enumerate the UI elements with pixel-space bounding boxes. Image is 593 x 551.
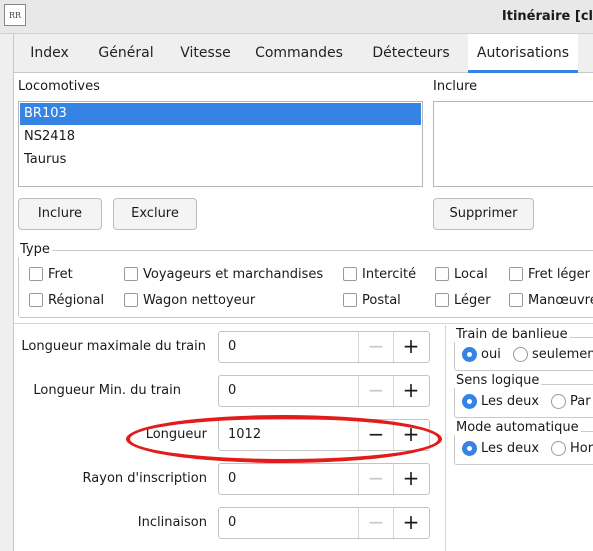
checkbox-label: Postal [362,293,401,308]
minus-button[interactable]: − [358,508,393,538]
delete-button[interactable]: Supprimer [433,198,534,230]
include-list-label: Inclure [433,79,478,94]
divider [445,325,446,551]
checkbox-intercite[interactable] [343,267,357,281]
spin-value: 0 [228,515,237,530]
list-item[interactable]: BR103 [20,103,421,125]
spin-value: 0 [228,471,237,486]
plus-button[interactable]: + [393,332,428,362]
spin-value: 0 [228,383,237,398]
locomotives-label: Locomotives [18,79,100,94]
field-label: Rayon d'inscription [82,471,207,486]
checkbox-manoeuvre[interactable] [509,293,523,307]
radius-spinbox[interactable]: 0 − + [218,463,430,495]
radio-par[interactable] [551,394,566,409]
radio-les-deux[interactable] [462,394,477,409]
checkbox-label: Wagon nettoyeur [143,293,256,308]
checkbox-fret-leger[interactable] [509,267,523,281]
radio-les-deux-auto[interactable] [462,441,477,456]
tab-bar: Index Général Vitesse Commandes Détecteu… [13,34,593,73]
tab-commandes[interactable]: Commandes [244,34,354,72]
field-label: Longueur Min. du train [33,383,181,398]
group-title: Train de banlieue [454,327,570,342]
min-length-spinbox[interactable]: 0 − + [218,375,430,407]
minus-button[interactable]: − [358,332,393,362]
radio-oui[interactable] [462,347,477,362]
radio-label: Les deux [481,441,540,456]
include-button[interactable]: Inclure [18,198,102,230]
checkbox-label: Intercité [362,267,417,282]
checkbox-wagon-nettoyeur[interactable] [124,293,138,307]
divider [14,323,593,324]
radio-seulement[interactable] [513,347,528,362]
plus-button[interactable]: + [393,508,428,538]
exclude-button[interactable]: Exclure [113,198,197,230]
checkbox-label: Fret léger [528,267,591,282]
type-group-title: Type [18,242,52,257]
radio-label: oui [481,347,501,362]
checkbox-fret[interactable] [29,267,43,281]
checkbox-regional[interactable] [29,293,43,307]
minus-button[interactable]: − [358,376,393,406]
checkbox-voyageurs[interactable] [124,267,138,281]
radio-label: Les deux [481,394,540,409]
checkbox-label: Voyageurs et marchandises [143,267,324,282]
autorisations-panel: Locomotives BR103 NS2418 Taurus Inclure … [13,73,593,551]
tab-vitesse[interactable]: Vitesse [167,34,244,72]
max-length-spinbox[interactable]: 0 − + [218,331,430,363]
app-icon: RR [4,4,26,26]
checkbox-postal[interactable] [343,293,357,307]
plus-button[interactable]: + [393,376,428,406]
radio-hor[interactable] [551,441,566,456]
checkbox-label: Local [454,267,488,282]
radio-label: seulemen [532,347,593,362]
minus-button[interactable]: − [358,464,393,494]
checkbox-label: Régional [48,293,105,308]
checkbox-label: Fret [48,267,73,282]
spin-value: 0 [228,339,237,354]
checkbox-label: Manœuvre [528,293,593,308]
tab-index[interactable]: Index [14,34,85,72]
type-group [18,250,593,318]
radio-label: Par [570,394,591,409]
include-list[interactable] [433,101,593,187]
tab-detecteurs[interactable]: Détecteurs [354,34,468,72]
checkbox-leger[interactable] [435,293,449,307]
list-item[interactable]: Taurus [20,149,421,171]
incline-spinbox[interactable]: 0 − + [218,507,430,539]
tab-autorisations[interactable]: Autorisations [468,34,578,73]
field-label: Longueur maximale du train [21,339,206,354]
tab-general[interactable]: Général [85,34,167,72]
plus-button[interactable]: + [393,464,428,494]
checkbox-label: Léger [454,293,491,308]
radio-label: Hor [570,441,593,456]
group-title: Mode automatique [454,420,581,435]
group-title: Sens logique [454,373,542,388]
field-label: Inclinaison [137,515,207,530]
title-bar: RR Itinéraire [cl [0,0,593,34]
checkbox-local[interactable] [435,267,449,281]
list-item[interactable]: NS2418 [20,126,421,148]
annotation-ellipse [126,415,442,463]
locomotives-list[interactable]: BR103 NS2418 Taurus [18,101,423,187]
window-title: Itinéraire [cl [501,9,593,24]
